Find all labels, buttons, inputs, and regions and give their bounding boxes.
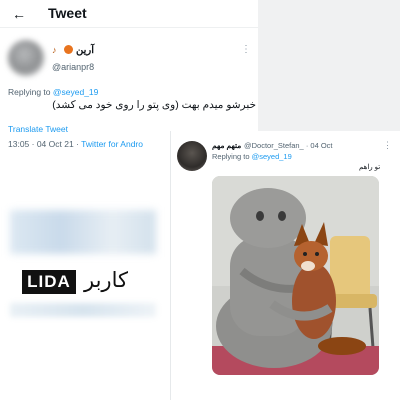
blurred-region	[10, 210, 156, 254]
more-options-icon[interactable]: ⋮	[241, 44, 251, 55]
display-name[interactable]: آرین	[76, 45, 94, 56]
replying-to-label: Replying to	[8, 87, 53, 97]
reply-tweet-card: متهم مهم @Doctor_Stefan_ · 04 Oct ⋮ Repl…	[170, 131, 400, 400]
reply-replying-to-line: Replying to @seyed_19	[212, 152, 292, 161]
replying-to-line: Replying to @seyed_19	[8, 87, 98, 97]
caption-text: کاربر	[84, 269, 128, 292]
reply-avatar[interactable]	[177, 141, 207, 171]
blurred-region-lower	[10, 303, 156, 317]
tweet-header: ← Tweet	[0, 0, 258, 28]
translate-tweet-link[interactable]: Translate Tweet	[8, 124, 68, 134]
reply-meme-image[interactable]	[212, 176, 379, 375]
guitar-emoji-icon: ♪	[52, 45, 57, 55]
page-title: Tweet	[48, 5, 87, 21]
user-handle[interactable]: @arianpr8	[52, 62, 94, 72]
avatar[interactable]	[8, 40, 44, 76]
basketball-emoji-icon	[64, 45, 73, 54]
reply-replying-to-label: Replying to	[212, 152, 252, 161]
tweet-text: خبرشو میدم بهت (وی پتو را روی خود می کشد…	[52, 99, 256, 111]
reply-replying-to-mention[interactable]: @seyed_19	[252, 152, 292, 161]
replying-to-mention[interactable]: @seyed_19	[53, 87, 99, 97]
reply-handle-time[interactable]: @Doctor_Stefan_ · 04 Oct	[244, 141, 333, 150]
reply-text: تو راهم	[359, 164, 381, 171]
tweet-source-link[interactable]: Twitter for Andro	[81, 139, 143, 149]
lida-logo: LIDA	[22, 270, 76, 294]
tweet-meta: 13:05 · 04 Oct 21 · Twitter for Andro	[8, 139, 143, 149]
reply-display-name[interactable]: متهم مهم	[212, 141, 241, 150]
tweet-timestamp: 13:05 · 04 Oct 21 ·	[8, 139, 82, 149]
back-arrow-icon[interactable]: ←	[12, 6, 26, 22]
reply-more-options-icon[interactable]: ⋮	[383, 140, 392, 151]
